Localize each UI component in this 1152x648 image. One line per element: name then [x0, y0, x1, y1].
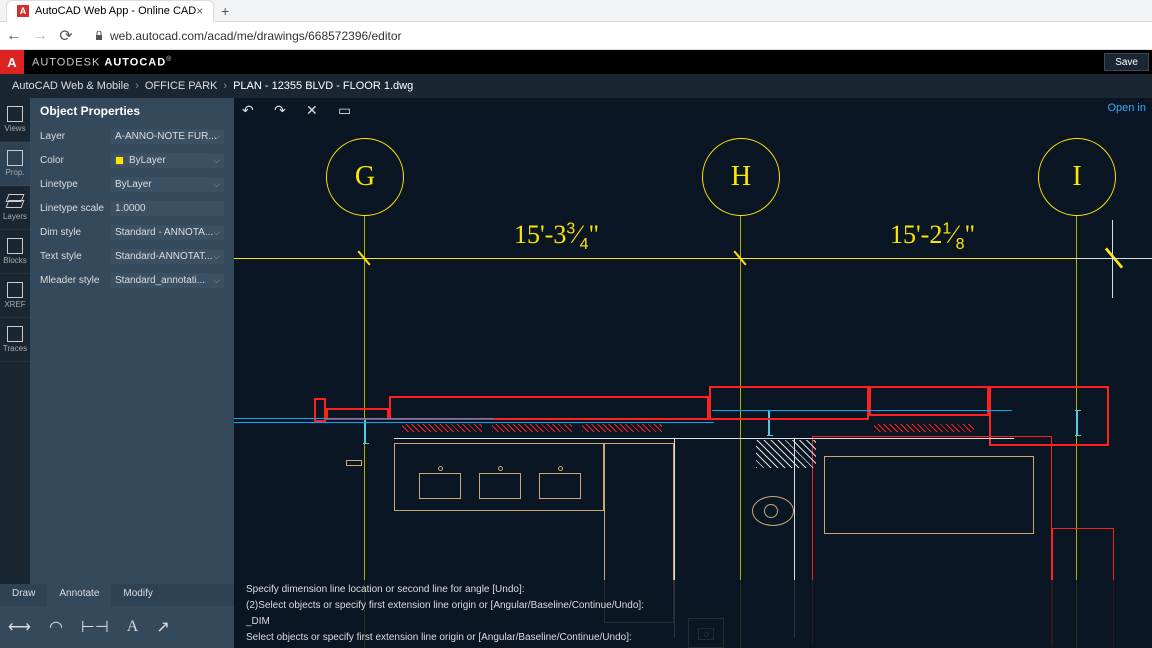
ribbon-tabs: Draw Annotate Modify — [0, 584, 234, 606]
close-tab-icon[interactable]: × — [196, 4, 203, 18]
brand-text: AUTODESK AUTOCAD® — [32, 56, 172, 69]
reload-button[interactable]: ⟳ — [58, 28, 74, 44]
crumb-root[interactable]: AutoCAD Web & Mobile — [12, 80, 129, 92]
prop-mleader[interactable]: Standard_annotati... — [110, 273, 224, 288]
rail-blocks[interactable]: Blocks — [0, 230, 30, 274]
prop-linetype[interactable]: ByLayer — [110, 177, 224, 192]
tab-annotate[interactable]: Annotate — [47, 584, 111, 606]
select-icon[interactable]: ▭ — [338, 102, 356, 120]
canvas-toolbar: ↶ ↷ ✕ ▭ — [242, 102, 356, 120]
dimension-hi: 15'-21⁄8" — [890, 220, 975, 254]
rail-traces[interactable]: Traces — [0, 318, 30, 362]
url-text: web.autocad.com/acad/me/drawings/6685723… — [110, 29, 402, 43]
rail-layers[interactable]: Layers — [0, 186, 30, 230]
prop-dimstyle[interactable]: Standard - ANNOTA... — [110, 225, 224, 240]
forward-button[interactable]: → — [32, 28, 48, 44]
rail-views[interactable]: Views — [0, 98, 30, 142]
left-rail: Views Prop. Layers Blocks XREF Traces — [0, 98, 30, 648]
prop-color[interactable]: ByLayer — [110, 153, 224, 168]
app: A AUTODESK AUTOCAD® Save AutoCAD Web & M… — [0, 50, 1152, 648]
undo-icon[interactable]: ↶ — [242, 102, 260, 120]
command-line[interactable]: Specify dimension line location or secon… — [234, 580, 1152, 648]
drawing-canvas[interactable]: ↶ ↷ ✕ ▭ G H I 15'-33⁄4" — [234, 98, 1152, 648]
grid-bubble-h: H — [702, 138, 780, 216]
tool-aligned-dim-icon[interactable]: ⊢⊣ — [81, 617, 109, 637]
open-in-link[interactable]: Open in — [1107, 102, 1146, 114]
browser-tab[interactable]: A AutoCAD Web App - Online CAD × — [6, 0, 214, 22]
tab-modify[interactable]: Modify — [111, 584, 164, 606]
tool-text-icon[interactable]: A — [127, 618, 139, 636]
redo-icon[interactable]: ↷ — [274, 102, 292, 120]
new-tab-button[interactable]: + — [214, 3, 236, 19]
tool-linear-dim-icon[interactable]: ⟷ — [8, 617, 31, 637]
rail-xref[interactable]: XREF — [0, 274, 30, 318]
crumb-file: PLAN - 12355 BLVD - FLOOR 1.dwg — [233, 80, 413, 92]
drawing-content: G H I 15'-33⁄4" 15'-21⁄8" — [234, 98, 1152, 648]
grid-bubble-i: I — [1038, 138, 1116, 216]
tool-leader-icon[interactable]: ↗ — [156, 617, 169, 637]
browser-tab-strip: A AutoCAD Web App - Online CAD × + — [0, 0, 1152, 22]
crumb-project[interactable]: OFFICE PARK — [145, 80, 218, 92]
ribbon-tools: ⟷ ◠ ⊢⊣ A ↗ — [0, 606, 234, 648]
rail-properties[interactable]: Prop. — [0, 142, 30, 186]
tool-cloud-icon[interactable]: ◠ — [49, 617, 63, 637]
back-button[interactable]: ← — [6, 28, 22, 44]
main: Views Prop. Layers Blocks XREF Traces Ob… — [0, 98, 1152, 648]
lock-icon — [94, 31, 104, 41]
save-button[interactable]: Save — [1104, 53, 1149, 71]
prop-ltscale[interactable]: 1.0000 — [110, 201, 224, 216]
favicon: A — [17, 5, 29, 17]
tab-title: AutoCAD Web App - Online CAD — [35, 5, 196, 17]
breadcrumb: AutoCAD Web & Mobile › OFFICE PARK › PLA… — [0, 74, 1152, 98]
dimension-gh: 15'-33⁄4" — [514, 220, 599, 254]
browser-toolbar: ← → ⟳ web.autocad.com/acad/me/drawings/6… — [0, 22, 1152, 50]
autodesk-logo: A — [0, 50, 24, 74]
prop-layer[interactable]: A-ANNO-NOTE FUR... — [110, 129, 224, 144]
measure-icon[interactable]: ✕ — [306, 102, 324, 120]
properties-title: Object Properties — [30, 98, 234, 124]
url-field[interactable]: web.autocad.com/acad/me/drawings/6685723… — [84, 29, 1146, 43]
grid-bubble-g: G — [326, 138, 404, 216]
tab-draw[interactable]: Draw — [0, 584, 47, 606]
properties-panel: Object Properties LayerA-ANNO-NOTE FUR..… — [30, 98, 234, 648]
prop-textstyle[interactable]: Standard-ANNOTAT... — [110, 249, 224, 264]
color-swatch — [115, 156, 124, 165]
title-bar: A AUTODESK AUTOCAD® Save — [0, 50, 1152, 74]
